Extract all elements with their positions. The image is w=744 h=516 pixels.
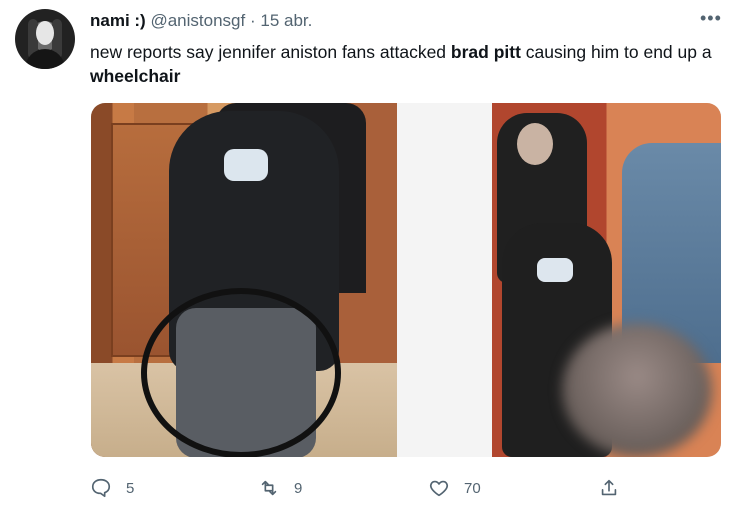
retweet-count: 9 bbox=[294, 479, 303, 497]
photo-left-wheelchair bbox=[141, 288, 341, 457]
retweet-icon bbox=[261, 480, 277, 496]
avatar[interactable] bbox=[15, 9, 75, 69]
tweet-media[interactable] bbox=[91, 103, 721, 457]
tweet-text-part-1: new reports say jennifer aniston fans at… bbox=[90, 42, 451, 62]
handle[interactable]: @anistonsgf bbox=[150, 11, 245, 30]
photo-right[interactable] bbox=[492, 103, 721, 457]
tweet-date[interactable]: 15 abr. bbox=[260, 11, 312, 30]
avatar-face bbox=[36, 21, 54, 45]
share-icon bbox=[601, 479, 617, 496]
like-count: 70 bbox=[464, 479, 481, 497]
tweet-actions: 5 9 70 bbox=[0, 470, 744, 510]
display-name[interactable]: nami :) bbox=[90, 11, 146, 30]
photo-right-blurred-head bbox=[562, 323, 712, 457]
tweet-text-bold-2: wheelchair bbox=[90, 66, 181, 86]
tweet-header: nami :) @anistonsgf · 15 abr. bbox=[90, 10, 312, 32]
reply-count: 5 bbox=[126, 479, 135, 497]
more-options-icon[interactable]: ••• bbox=[700, 8, 722, 29]
reply-button[interactable]: 5 bbox=[90, 470, 134, 506]
photo-left[interactable] bbox=[91, 103, 397, 457]
photo-gap bbox=[397, 103, 492, 457]
share-button[interactable] bbox=[598, 470, 620, 506]
reply-icon bbox=[91, 478, 111, 498]
like-button[interactable]: 70 bbox=[428, 470, 481, 506]
tweet-text: new reports say jennifer aniston fans at… bbox=[90, 40, 730, 88]
tweet-text-part-2: causing him to end up a bbox=[520, 42, 712, 62]
tweet-text-bold-1: brad pitt bbox=[450, 42, 521, 62]
photo-left-mask bbox=[224, 149, 268, 181]
heart-icon bbox=[429, 480, 449, 497]
separator-dot: · bbox=[249, 11, 256, 30]
retweet-button[interactable]: 9 bbox=[258, 470, 302, 506]
photo-right-attendant-face bbox=[517, 123, 553, 165]
photo-right-mask bbox=[537, 258, 573, 282]
